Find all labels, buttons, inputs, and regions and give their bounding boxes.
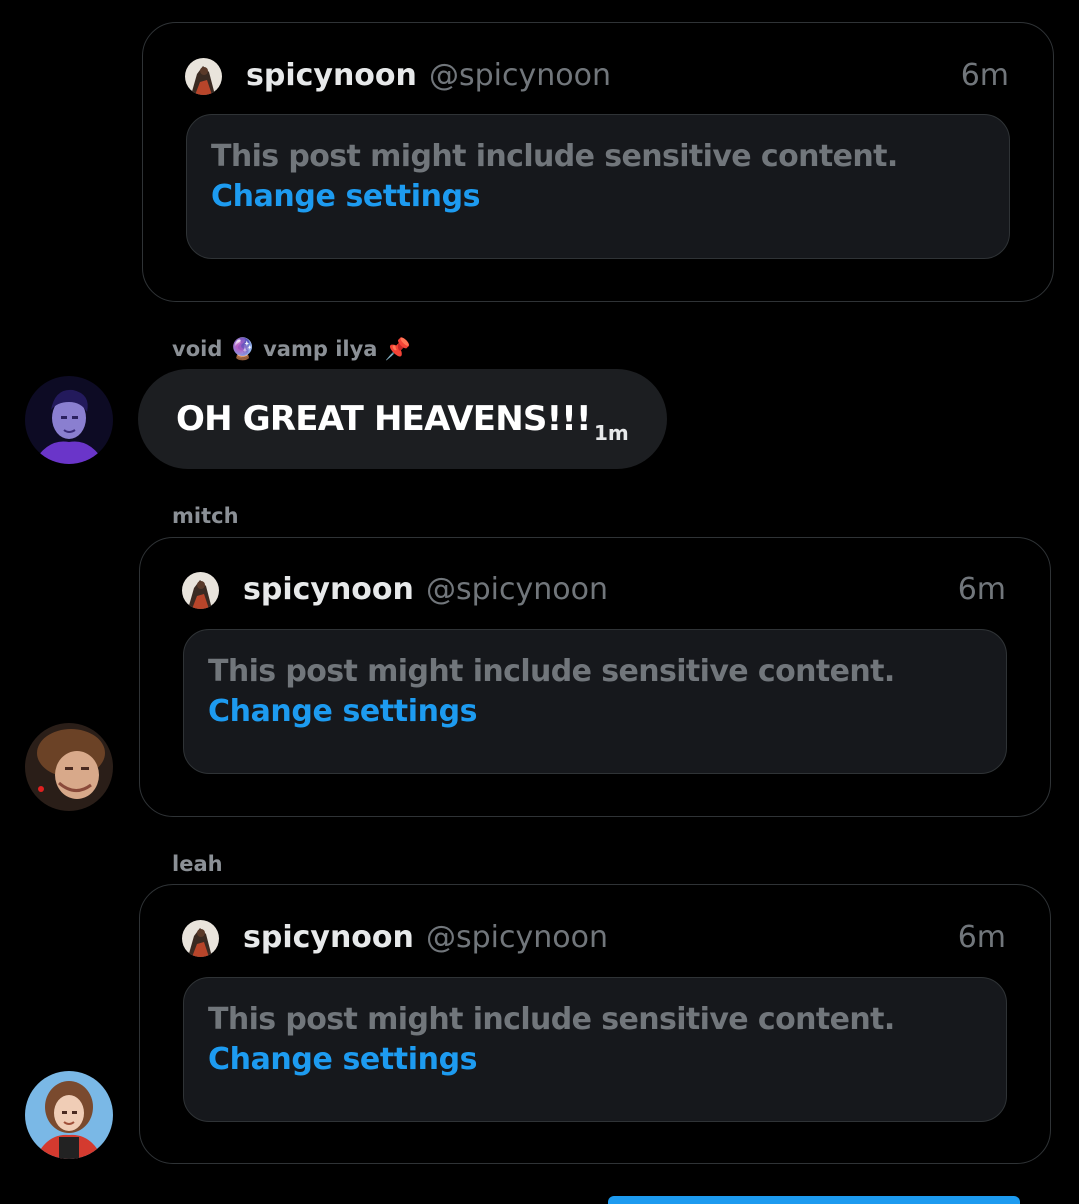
post-header: spicynoon @spicynoon 6m — [140, 572, 1050, 612]
change-settings-link[interactable]: Change settings — [208, 694, 478, 729]
sender-avatar[interactable] — [25, 723, 113, 811]
post-author-avatar[interactable] — [182, 920, 219, 957]
sender-name: leah — [172, 852, 223, 876]
change-settings-link[interactable]: Change settings — [208, 1042, 478, 1077]
sensitive-warning-text: This post might include sensitive conten… — [208, 1002, 895, 1037]
message-timestamp: 1m — [594, 421, 629, 445]
sensitive-content-notice: This post might include sensitive conten… — [183, 629, 1007, 774]
message-text: OH GREAT HEAVENS!!! — [176, 399, 592, 439]
post-timestamp: 6m — [960, 58, 1009, 93]
change-settings-link[interactable]: Change settings — [211, 179, 481, 214]
message-bubble[interactable]: OH GREAT HEAVENS!!! 1m — [138, 369, 667, 469]
sender-avatar[interactable] — [25, 1071, 113, 1159]
sender-name: mitch — [172, 504, 239, 528]
post-author-name[interactable]: spicynoon — [246, 58, 417, 93]
sensitive-warning-text: This post might include sensitive conten… — [211, 139, 898, 174]
post-author-handle[interactable]: @spicynoon — [426, 572, 608, 607]
shared-post-card[interactable]: spicynoon @spicynoon 6m This post might … — [139, 537, 1051, 817]
sender-avatar[interactable] — [25, 376, 113, 464]
post-header: spicynoon @spicynoon 6m — [143, 58, 1053, 98]
sensitive-content-notice: This post might include sensitive conten… — [186, 114, 1010, 259]
shared-post-card[interactable]: spicynoon @spicynoon 6m This post might … — [139, 884, 1051, 1164]
post-author-handle[interactable]: @spicynoon — [426, 920, 608, 955]
post-author-name[interactable]: spicynoon — [243, 572, 414, 607]
post-author-handle[interactable]: @spicynoon — [429, 58, 611, 93]
post-header: spicynoon @spicynoon 6m — [140, 920, 1050, 960]
sensitive-warning-text: This post might include sensitive conten… — [208, 654, 895, 689]
post-author-avatar[interactable] — [185, 58, 222, 95]
post-timestamp: 6m — [957, 920, 1006, 955]
sensitive-content-notice: This post might include sensitive conten… — [183, 977, 1007, 1122]
post-author-name[interactable]: spicynoon — [243, 920, 414, 955]
sender-name: void 🔮 vamp ilya 📌 — [172, 337, 411, 361]
post-author-avatar[interactable] — [182, 572, 219, 609]
shared-post-card[interactable]: spicynoon @spicynoon 6m This post might … — [142, 22, 1054, 302]
post-timestamp: 6m — [957, 572, 1006, 607]
next-message-bubble-edge[interactable] — [608, 1196, 1020, 1204]
